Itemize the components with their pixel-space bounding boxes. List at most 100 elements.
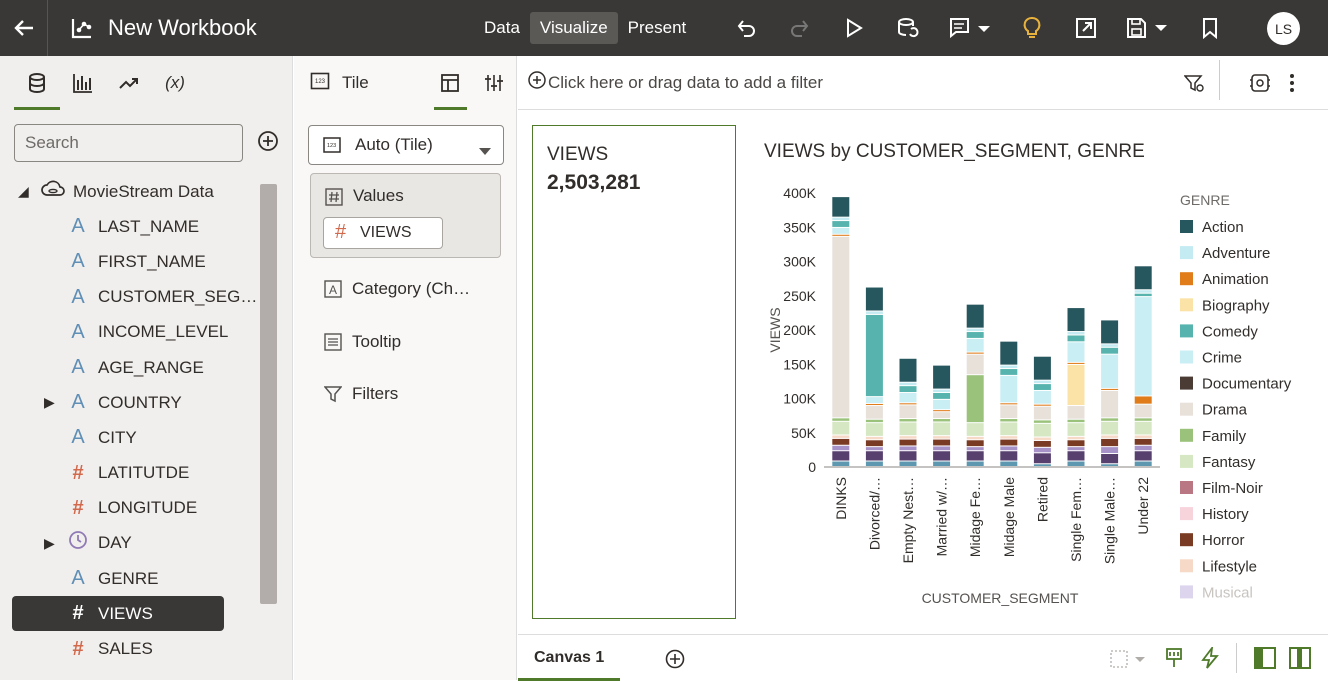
tree-item[interactable]: A FIRST_NAME: [0, 244, 260, 279]
save-icon[interactable]: [1124, 12, 1172, 44]
auto-refresh-bolt-icon[interactable]: [1200, 644, 1220, 674]
tree-root-moviestream[interactable]: ◢ MovieStream Data: [0, 174, 260, 209]
mode-data[interactable]: Data: [474, 12, 530, 44]
attribute-a-icon: A: [324, 280, 342, 298]
tree-item-label: CITY: [98, 427, 137, 447]
values-drop-zone[interactable]: Values # VIEWS: [310, 173, 501, 258]
tree-item[interactable]: # SALES: [0, 631, 260, 666]
tree-item[interactable]: # LATITUTDE: [0, 456, 260, 491]
bar-segment: [865, 423, 883, 436]
bar-segment: [865, 314, 883, 397]
back-arrow-icon[interactable]: [0, 0, 48, 56]
user-avatar[interactable]: LS: [1267, 12, 1300, 45]
bar-segment: [1067, 362, 1085, 364]
y-tick-label: 200K: [783, 322, 816, 338]
filter-placeholder[interactable]: Click here or drag data to add a filter: [548, 73, 823, 93]
redo-icon[interactable]: [784, 12, 816, 44]
right-panel-toggle-icon[interactable]: [1288, 646, 1312, 675]
tree-scrollbar[interactable]: [260, 184, 277, 604]
tree-item-label: GENRE: [98, 568, 159, 588]
expand-arrow-icon[interactable]: ▶: [44, 394, 55, 411]
legend-swatch: [1180, 533, 1193, 547]
bar-segment: [832, 435, 850, 438]
undo-icon[interactable]: [730, 12, 762, 44]
tree-item[interactable]: # LONGITUDE: [0, 491, 260, 526]
measure-hash-icon: #: [72, 496, 84, 519]
properties-tab-icon[interactable]: [484, 73, 504, 98]
data-tab-icon[interactable]: [14, 56, 60, 110]
tree-item[interactable]: A AGE_RANGE: [0, 350, 260, 385]
add-canvas-icon[interactable]: [665, 649, 685, 674]
bar-segment: [1000, 451, 1018, 461]
measure-hash-icon: #: [72, 602, 84, 625]
tree-item[interactable]: A LAST_NAME: [0, 209, 260, 244]
add-data-icon[interactable]: [257, 130, 279, 152]
views-measure-pill[interactable]: # VIEWS: [323, 217, 443, 249]
bar-segment: [1134, 290, 1152, 293]
legend-swatch: [1180, 246, 1193, 260]
tooltip-drop-zone[interactable]: Tooltip: [324, 332, 401, 352]
mode-present[interactable]: Present: [618, 12, 697, 44]
lightbulb-icon[interactable]: [1016, 12, 1048, 44]
legend-swatch: [1180, 585, 1193, 599]
tree-item[interactable]: # VIEWS: [12, 596, 224, 632]
legend-title: GENRE: [1180, 192, 1230, 208]
bar-segment: [865, 451, 883, 461]
bar-segment: [1067, 335, 1085, 342]
comment-icon[interactable]: [946, 12, 994, 44]
legend-swatch: [1180, 428, 1193, 442]
tree-item[interactable]: A INCOME_LEVEL: [0, 315, 260, 350]
grammar-tab-icon[interactable]: [440, 73, 460, 98]
bar-segment: [865, 436, 883, 440]
bar-segment: [966, 328, 984, 332]
tree-item[interactable]: ▶ A COUNTRY: [0, 385, 260, 420]
bar-segment: [832, 236, 850, 418]
bar-segment: [1067, 451, 1085, 461]
workbook-title[interactable]: New Workbook: [108, 15, 257, 41]
refresh-data-icon[interactable]: [892, 12, 924, 44]
left-panel-toggle-icon[interactable]: [1253, 646, 1277, 675]
analytics-tab-icon[interactable]: [106, 56, 152, 110]
bar-segment: [832, 227, 850, 234]
auto-apply-icon[interactable]: [1249, 72, 1271, 99]
add-filter-icon[interactable]: [528, 71, 546, 94]
format-brush-icon[interactable]: [1165, 647, 1183, 674]
filter-settings-icon[interactable]: [1183, 74, 1206, 99]
calculations-tab-icon[interactable]: (x): [152, 56, 198, 110]
category-drop-zone[interactable]: A Category (Ch…: [324, 279, 470, 299]
canvas-tab[interactable]: Canvas 1: [518, 635, 620, 681]
views-tile-viz[interactable]: VIEWS 2,503,281: [532, 125, 736, 619]
tooltip-icon: [324, 333, 342, 351]
bar-segment: [1101, 418, 1119, 421]
tree-item[interactable]: A CITY: [0, 420, 260, 455]
mode-visualize[interactable]: Visualize: [529, 12, 618, 44]
chart-title: VIEWS by CUSTOMER_SEGMENT, GENRE: [764, 141, 1145, 162]
bar-segment: [899, 405, 917, 419]
bar-segment: [899, 461, 917, 466]
tree-item[interactable]: A GENRE: [0, 561, 260, 596]
more-options-icon[interactable]: [1289, 72, 1295, 99]
tree-item[interactable]: A CUSTOMER_SEG…: [0, 280, 260, 315]
search-input[interactable]: Search: [14, 124, 243, 162]
visualizations-tab-icon[interactable]: [60, 56, 106, 110]
viz-type-value: Auto (Tile): [355, 135, 433, 154]
svg-text:123: 123: [315, 79, 326, 85]
stacked-bar-chart[interactable]: 0 50K 100K 150K 200K 250K 300K 350K 400K VIEWS DIN…: [736, 171, 1326, 611]
run-icon[interactable]: [838, 12, 870, 44]
tree-item[interactable]: ▶ DAY: [0, 526, 260, 561]
collapse-arrow-icon[interactable]: ◢: [18, 183, 29, 200]
bar-segment: [1033, 356, 1051, 380]
export-icon[interactable]: [1070, 12, 1102, 44]
x-tick-label: Single Male…: [1102, 477, 1118, 564]
tree-item-label: LATITUTDE: [98, 463, 190, 483]
expand-arrow-icon[interactable]: ▶: [44, 535, 55, 552]
legend-label: Musical: [1202, 584, 1253, 601]
viz-type-dropdown[interactable]: 123 Auto (Tile): [308, 125, 504, 165]
layout-grid-icon[interactable]: [1109, 649, 1145, 674]
legend-swatch: [1180, 376, 1193, 390]
legend-swatch: [1180, 324, 1193, 338]
bar-segment: [832, 445, 850, 451]
filters-drop-zone[interactable]: Filters: [324, 384, 398, 404]
bar-segment: [899, 382, 917, 386]
bookmark-icon[interactable]: [1194, 12, 1226, 44]
